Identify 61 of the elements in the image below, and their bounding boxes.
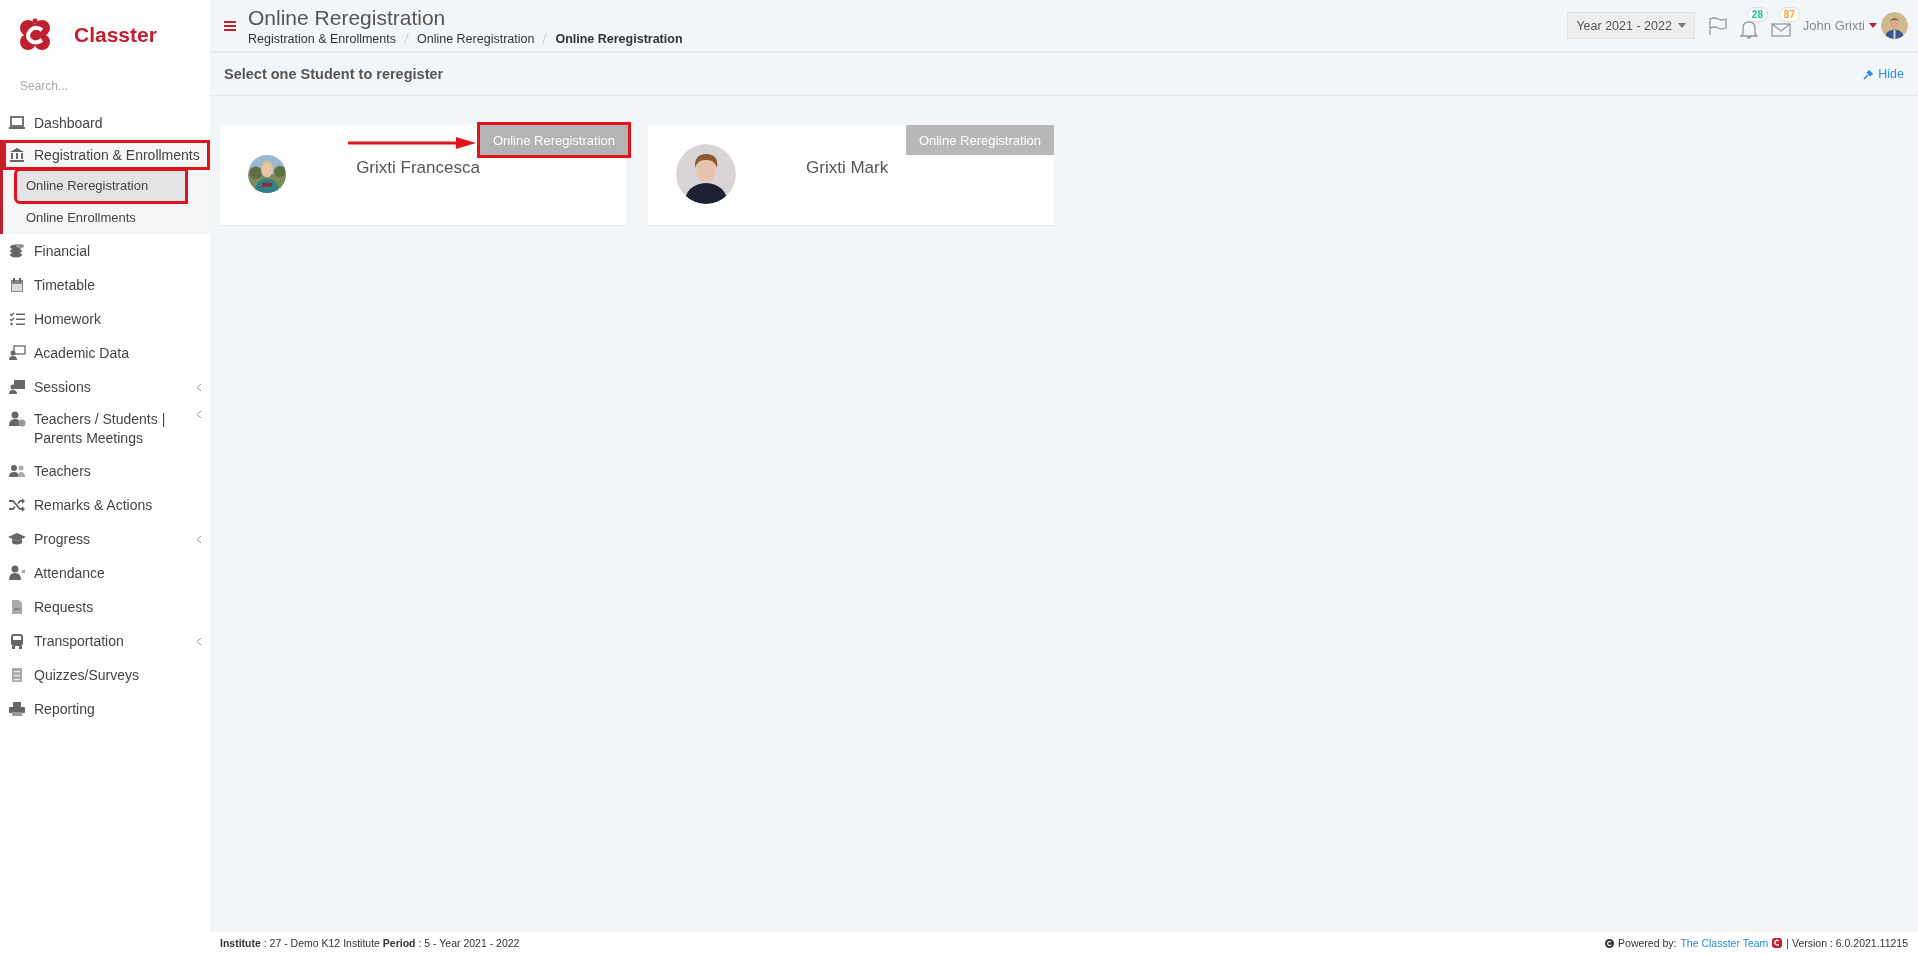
student-name: Grixti Mark bbox=[806, 158, 890, 178]
flag-icon[interactable] bbox=[1706, 15, 1727, 36]
chevron-icon bbox=[196, 410, 202, 419]
hide-link[interactable]: Hide bbox=[1863, 67, 1904, 81]
checklist-icon bbox=[8, 310, 26, 328]
year-dropdown[interactable]: Year 2021 - 2022 bbox=[1567, 12, 1695, 39]
caret-icon bbox=[1677, 23, 1686, 28]
bank-icon bbox=[8, 146, 26, 164]
search-field[interactable]: Search... bbox=[18, 78, 172, 94]
nav-item[interactable]: Quizzes/Surveys bbox=[0, 658, 210, 692]
nav-item[interactable]: Progress bbox=[0, 522, 210, 556]
shuffle-icon bbox=[8, 496, 26, 514]
breadcrumb-current: Online Reregistration bbox=[555, 31, 683, 46]
nav-item[interactable]: Financial bbox=[0, 234, 210, 268]
section-title: Select one Student to reregister bbox=[224, 66, 444, 82]
nav-item[interactable]: Reporting bbox=[0, 692, 210, 726]
nav-item[interactable]: Registration & Enrollments bbox=[3, 140, 210, 170]
version-text: | Version : 6.0.2021.11215 bbox=[1786, 937, 1908, 949]
laptop-icon bbox=[8, 114, 26, 132]
nav-item[interactable]: Transportation bbox=[0, 624, 210, 658]
pin-icon bbox=[1863, 68, 1875, 80]
breadcrumb-link[interactable]: Registration & Enrollments bbox=[248, 31, 396, 46]
nav-item[interactable]: Sessions bbox=[0, 370, 210, 404]
nav-item[interactable]: Timetable bbox=[0, 268, 210, 302]
classter-logo-icon bbox=[18, 18, 52, 52]
person-icon bbox=[8, 564, 26, 582]
count-badge: 28 bbox=[1746, 6, 1768, 22]
classter-logo-icon bbox=[1772, 938, 1783, 948]
nav-item[interactable]: Teachers / Students | Parents Meetings bbox=[0, 404, 210, 454]
bell-icon[interactable] bbox=[1738, 18, 1759, 39]
person-clock-icon bbox=[8, 410, 26, 428]
page-title: Online Reregistration bbox=[248, 5, 447, 30]
breadcrumb-link[interactable]: Online Reregistration bbox=[417, 31, 535, 46]
people-icon bbox=[8, 462, 26, 480]
nav-item[interactable]: Teachers bbox=[0, 454, 210, 488]
calendar-icon bbox=[8, 276, 26, 294]
submenu-item[interactable]: Online Reregistration bbox=[16, 170, 186, 202]
submenu-item[interactable]: Online Enrollments bbox=[16, 202, 210, 234]
caret-icon bbox=[1869, 23, 1877, 28]
student-name: Grixti Francesca bbox=[356, 158, 480, 178]
nav-item[interactable]: Requests bbox=[0, 590, 210, 624]
nav-item[interactable]: Dashboard bbox=[0, 106, 210, 140]
copyright-icon bbox=[1605, 938, 1615, 948]
bus-icon bbox=[8, 632, 26, 650]
menu-icon[interactable] bbox=[224, 20, 236, 31]
nav-item[interactable]: Homework bbox=[0, 302, 210, 336]
person-board-icon bbox=[8, 378, 26, 396]
brand-name: Classter bbox=[74, 23, 157, 47]
chevron-icon bbox=[196, 534, 202, 544]
chevron-icon bbox=[196, 382, 202, 392]
coins-icon bbox=[8, 242, 26, 260]
person-board-icon bbox=[8, 344, 26, 362]
powered-by-text: Powered by: bbox=[1618, 937, 1677, 949]
nav-item[interactable]: Academic Data bbox=[0, 336, 210, 370]
nav-item[interactable]: Remarks & Actions bbox=[0, 488, 210, 522]
count-badge: 87 bbox=[1778, 6, 1800, 22]
footer-info: Institute : 27 - Demo K12 Institute Period : 5 - Year 2021 - 2022 bbox=[220, 937, 520, 949]
chevron-icon bbox=[196, 636, 202, 646]
team-link[interactable]: The Classter Team bbox=[1680, 937, 1769, 949]
nav-item[interactable]: Attendance bbox=[0, 556, 210, 590]
printer-icon bbox=[8, 700, 26, 718]
